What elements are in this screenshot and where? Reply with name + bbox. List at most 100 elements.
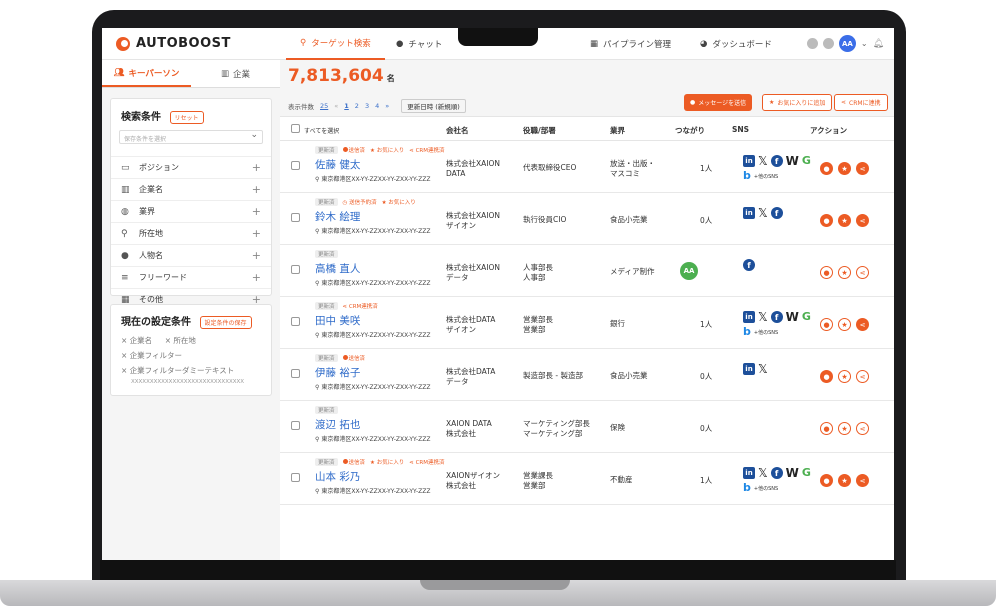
- linkedin-icon[interactable]: in: [743, 363, 755, 375]
- crm-action-button[interactable]: ⋖: [856, 474, 869, 487]
- next-page-icon[interactable]: »: [385, 102, 389, 110]
- wantedly-icon[interactable]: W: [786, 311, 799, 323]
- person-name-link[interactable]: 鈴木 絵理: [315, 209, 360, 224]
- b-icon[interactable]: b: [743, 326, 751, 338]
- facebook-icon[interactable]: f: [770, 207, 783, 219]
- message-action-button[interactable]: ●: [820, 214, 833, 227]
- facebook-icon[interactable]: f: [770, 467, 783, 479]
- x-icon[interactable]: 𝕏: [758, 363, 768, 375]
- plus-icon[interactable]: +: [252, 161, 261, 174]
- chip-company-filter[interactable]: × 企業フィルター: [121, 350, 182, 361]
- logo[interactable]: AUTOBOOST: [116, 36, 231, 51]
- b-icon[interactable]: b: [743, 170, 751, 182]
- page-link[interactable]: 2: [355, 102, 359, 110]
- wantedly-icon[interactable]: W: [786, 467, 799, 479]
- crm-sync-button[interactable]: ⋖ CRMに連携: [834, 94, 888, 111]
- plus-icon[interactable]: +: [252, 183, 261, 196]
- row-checkbox[interactable]: [291, 473, 300, 482]
- page-link[interactable]: 1: [344, 102, 349, 110]
- google-icon[interactable]: G: [802, 155, 811, 167]
- filter-row[interactable]: ▥ 企業名 +: [111, 178, 271, 200]
- message-action-button[interactable]: ●: [820, 266, 833, 279]
- crm-action-button[interactable]: ⋖: [856, 370, 869, 383]
- x-icon[interactable]: 𝕏: [758, 467, 768, 479]
- favorite-action-button[interactable]: ★: [838, 266, 851, 279]
- message-action-button[interactable]: ●: [820, 422, 833, 435]
- linkedin-icon[interactable]: in: [743, 207, 755, 219]
- message-action-button[interactable]: ●: [820, 370, 833, 383]
- table-row[interactable]: 更新済 送信済 ★ お気に入り ⋖ CRM連携済 佐藤 健太 ⚲ 東京都港区XX-YY…: [280, 141, 894, 193]
- more-sns[interactable]: +他のSNS: [754, 485, 778, 492]
- linkedin-icon[interactable]: in: [743, 155, 755, 167]
- favorite-action-button[interactable]: ★: [838, 214, 851, 227]
- google-icon[interactable]: G: [802, 311, 811, 323]
- row-checkbox[interactable]: [291, 265, 300, 274]
- filter-row[interactable]: ▭ ポジション +: [111, 156, 271, 178]
- b-icon[interactable]: b: [743, 482, 751, 494]
- crm-action-button[interactable]: ⋖: [856, 162, 869, 175]
- add-favorite-button[interactable]: ★ お気に入りに追加: [762, 94, 833, 111]
- row-checkbox[interactable]: [291, 369, 300, 378]
- page-link[interactable]: 3: [365, 102, 369, 110]
- row-checkbox[interactable]: [291, 213, 300, 222]
- facebook-icon[interactable]: f: [770, 311, 783, 323]
- bell-icon[interactable]: 🔔︎: [873, 39, 884, 49]
- x-icon[interactable]: 𝕏: [758, 207, 768, 219]
- plus-icon[interactable]: +: [252, 205, 261, 218]
- wantedly-icon[interactable]: W: [786, 155, 799, 167]
- row-checkbox[interactable]: [291, 421, 300, 430]
- table-row[interactable]: 更新済 高橋 直人 ⚲ 東京都港区XX-YY-ZZXX-YY-ZXX-YY-ZZ…: [280, 245, 894, 297]
- google-icon[interactable]: G: [802, 467, 811, 479]
- table-row[interactable]: 更新済 送信済 伊藤 裕子 ⚲ 東京都港区XX-YY-ZZXX-YY-ZXX-YY…: [280, 349, 894, 401]
- save-conditions-button[interactable]: 設定条件の保存: [199, 316, 252, 329]
- tab-keyperson[interactable]: 👥︎ キーパーソン: [102, 60, 191, 87]
- tab-company[interactable]: ▥ 企業: [191, 60, 280, 87]
- message-action-button[interactable]: ●: [820, 474, 833, 487]
- favorite-action-button[interactable]: ★: [838, 422, 851, 435]
- plus-icon[interactable]: +: [252, 271, 261, 284]
- message-action-button[interactable]: ●: [820, 318, 833, 331]
- sort-select[interactable]: 更新日時 (新規順): [401, 99, 466, 113]
- linkedin-icon[interactable]: in: [743, 467, 755, 479]
- favorite-action-button[interactable]: ★: [838, 370, 851, 383]
- plus-icon[interactable]: +: [252, 249, 261, 262]
- chip-company-filter-dummy[interactable]: × 企業フィルターダミーテキスト: [121, 365, 234, 376]
- facebook-icon[interactable]: f: [743, 259, 755, 271]
- person-name-link[interactable]: 佐藤 健太: [315, 157, 360, 172]
- filter-row[interactable]: ◍ 業界 +: [111, 200, 271, 222]
- select-all-checkbox[interactable]: [291, 124, 300, 133]
- filter-row[interactable]: ⚲ 所在地 +: [111, 222, 271, 244]
- reset-button[interactable]: リセット: [169, 111, 204, 124]
- favorite-action-button[interactable]: ★: [838, 474, 851, 487]
- more-sns[interactable]: +他のSNS: [754, 329, 778, 336]
- favorite-action-button[interactable]: ★: [838, 162, 851, 175]
- favorite-action-button[interactable]: ★: [838, 318, 851, 331]
- message-action-button[interactable]: ●: [820, 162, 833, 175]
- tab-chat[interactable]: ● チャット: [382, 28, 456, 60]
- row-checkbox[interactable]: [291, 317, 300, 326]
- filter-row[interactable]: ≡ フリーワード +: [111, 266, 271, 288]
- chip-location[interactable]: × 所在地: [165, 335, 196, 346]
- table-row[interactable]: 更新済 送信済 ★ お気に入り ⋖ CRM連携済 山本 彩乃 ⚲ 東京都港区XX-YY…: [280, 453, 894, 505]
- table-row[interactable]: 更新済 ⋖ CRM連携済 田中 美咲 ⚲ 東京都港区XX-YY-ZZXX-YY-Z…: [280, 297, 894, 349]
- saved-conditions-select[interactable]: 保存条件を選択: [119, 130, 263, 144]
- plus-icon[interactable]: +: [252, 227, 261, 240]
- prev-page-icon[interactable]: «: [334, 102, 338, 110]
- person-name-link[interactable]: 伊藤 裕子: [315, 365, 360, 380]
- settings-icon[interactable]: [822, 38, 834, 49]
- tab-pipeline[interactable]: ▦ パイプライン管理: [576, 28, 685, 60]
- page-size-select[interactable]: 25: [320, 102, 328, 110]
- connection-avatar[interactable]: AA: [680, 262, 698, 280]
- send-message-button[interactable]: ● メッセージを送信: [684, 94, 753, 111]
- table-row[interactable]: 更新済 渡辺 拓也 ⚲ 東京都港区XX-YY-ZZXX-YY-ZXX-YY-ZZ…: [280, 401, 894, 453]
- chevron-down-icon[interactable]: ⌄: [861, 39, 868, 48]
- tab-target-search[interactable]: ⚲ ターゲット検索: [286, 28, 385, 60]
- more-sns[interactable]: +他のSNS: [754, 173, 778, 180]
- facebook-icon[interactable]: f: [770, 155, 783, 167]
- help-icon[interactable]: [806, 38, 818, 49]
- x-icon[interactable]: 𝕏: [758, 155, 768, 167]
- crm-action-button[interactable]: ⋖: [856, 214, 869, 227]
- page-link[interactable]: 4: [375, 102, 379, 110]
- person-name-link[interactable]: 渡辺 拓也: [315, 417, 360, 432]
- table-row[interactable]: 更新済 ◷ 送信予約済 ★ お気に入り 鈴木 絵理 ⚲ 東京都港区XX-YY-ZZX…: [280, 193, 894, 245]
